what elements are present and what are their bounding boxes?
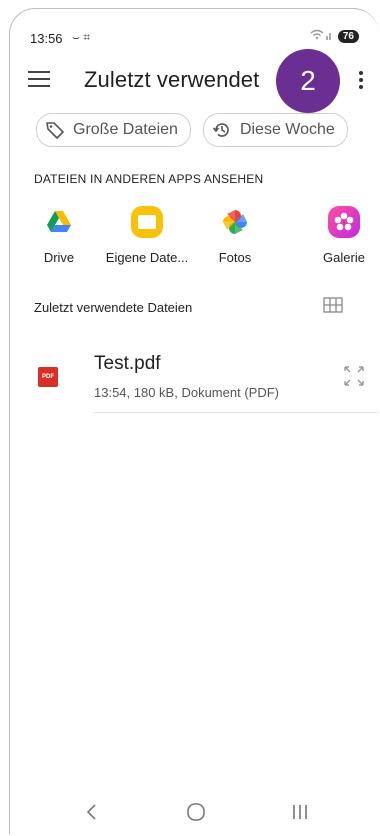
hamburger-menu-icon[interactable] <box>28 71 50 87</box>
app-drive[interactable]: Drive <box>16 204 102 265</box>
pdf-file-icon: PDF <box>38 367 58 387</box>
chip-large-files[interactable]: Große Dateien <box>36 113 191 147</box>
app-my-files[interactable]: Eigene Date... <box>104 204 190 265</box>
google-photos-icon <box>223 210 247 234</box>
app-bar: Zuletzt verwendet 2 <box>10 49 379 113</box>
battery-icon: 76 <box>337 30 359 43</box>
grid-view-icon[interactable] <box>323 297 343 313</box>
app-photos[interactable]: Fotos <box>192 204 278 265</box>
expand-preview-icon[interactable] <box>342 364 366 388</box>
home-icon[interactable] <box>186 802 206 822</box>
gallery-flower-icon <box>328 206 360 238</box>
chip-label: Große Dateien <box>73 121 178 138</box>
chip-label: Diese Woche <box>239 121 335 138</box>
system-nav-bar <box>10 794 379 834</box>
history-icon <box>212 123 229 137</box>
app-label: Galerie <box>323 250 365 265</box>
status-time: 13:56 <box>30 31 63 46</box>
more-options-icon[interactable] <box>359 71 363 89</box>
apps-row: Drive Eigene Date... Fotos Galerie <box>30 204 379 284</box>
app-label: Fotos <box>218 250 252 265</box>
status-right-icons: 76 <box>310 29 359 44</box>
recent-apps-icon[interactable] <box>290 802 310 822</box>
app-label: Eigene Date... <box>105 250 189 265</box>
wifi-signal-icon <box>310 29 334 44</box>
apps-section-header: DATEIEN IN ANDEREN APPS ANSEHEN <box>34 172 264 186</box>
file-item[interactable]: PDF Test.pdf 13:54, 180 kB, Dokument (PD… <box>30 347 379 413</box>
file-name: Test.pdf <box>94 353 161 374</box>
google-drive-icon <box>47 211 71 232</box>
page-title: Zuletzt verwendet <box>84 67 260 92</box>
status-notification-icons: ⌣ ⌗ <box>72 30 90 44</box>
recent-files-header: Zuletzt verwendete Dateien <box>34 300 193 315</box>
back-icon[interactable] <box>84 802 100 822</box>
tag-icon <box>46 122 64 139</box>
app-label: Drive <box>43 250 75 265</box>
file-meta: 13:54, 180 kB, Dokument (PDF) <box>94 385 279 400</box>
filter-chips: Große Dateien Diese Woche <box>36 113 348 147</box>
phone-screen: 13:56 ⌣ ⌗ 76 Zuletzt verwendet 2 Große D… <box>9 8 379 834</box>
app-gallery[interactable]: Galerie <box>302 204 379 265</box>
file-divider <box>94 412 379 413</box>
step-number-badge: 2 <box>276 49 340 113</box>
chip-this-week[interactable]: Diese Woche <box>202 113 348 147</box>
my-files-folder-icon <box>131 206 163 238</box>
